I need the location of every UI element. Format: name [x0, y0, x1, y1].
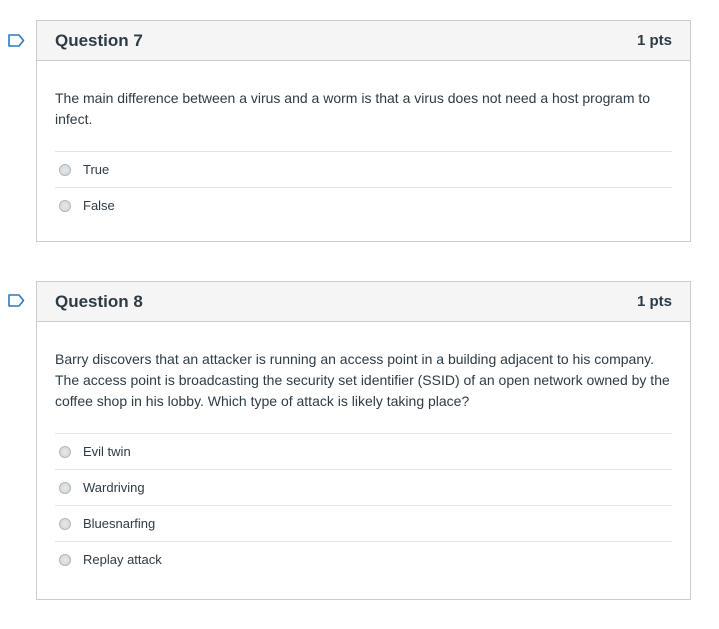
answer-label[interactable]: Replay attack	[83, 552, 162, 567]
radio-button-icon[interactable]	[59, 553, 71, 566]
answer-label[interactable]: Wardriving	[83, 480, 145, 495]
question-points: 1 pts	[636, 293, 672, 310]
question-7-card: Question 7 1 pts The main difference bet…	[36, 20, 691, 242]
answer-label[interactable]: Evil twin	[83, 444, 131, 459]
radio-button-icon[interactable]	[59, 163, 71, 176]
question-points: 1 pts	[636, 32, 672, 49]
answer-option-wardriving[interactable]: Wardriving	[55, 469, 672, 505]
answer-option-true[interactable]: True	[55, 151, 672, 187]
answer-option-replay-attack[interactable]: Replay attack	[55, 541, 672, 577]
question-header: Question 8 1 pts	[37, 282, 690, 322]
flag-question-icon[interactable]	[8, 34, 25, 47]
question-8-card: Question 8 1 pts Barry discovers that an…	[36, 281, 691, 600]
answer-label[interactable]: False	[83, 198, 115, 213]
answer-list: True False	[55, 151, 672, 223]
flag-question-icon[interactable]	[8, 294, 25, 307]
answer-list: Evil twin Wardriving Bluesnarfing Replay…	[55, 433, 672, 577]
radio-button-icon[interactable]	[59, 517, 71, 530]
answer-option-bluesnarfing[interactable]: Bluesnarfing	[55, 505, 672, 541]
question-title: Question 7	[55, 30, 143, 50]
answer-option-evil-twin[interactable]: Evil twin	[55, 433, 672, 469]
question-text: Barry discovers that an attacker is runn…	[55, 351, 670, 409]
question-text: The main difference between a virus and …	[55, 90, 651, 127]
radio-button-icon[interactable]	[59, 481, 71, 494]
answer-option-false[interactable]: False	[55, 187, 672, 223]
question-header: Question 7 1 pts	[37, 21, 690, 61]
question-title: Question 8	[55, 291, 143, 311]
answer-label[interactable]: Bluesnarfing	[83, 516, 155, 531]
answer-label[interactable]: True	[83, 162, 109, 177]
radio-button-icon[interactable]	[59, 199, 71, 212]
radio-button-icon[interactable]	[59, 445, 71, 458]
